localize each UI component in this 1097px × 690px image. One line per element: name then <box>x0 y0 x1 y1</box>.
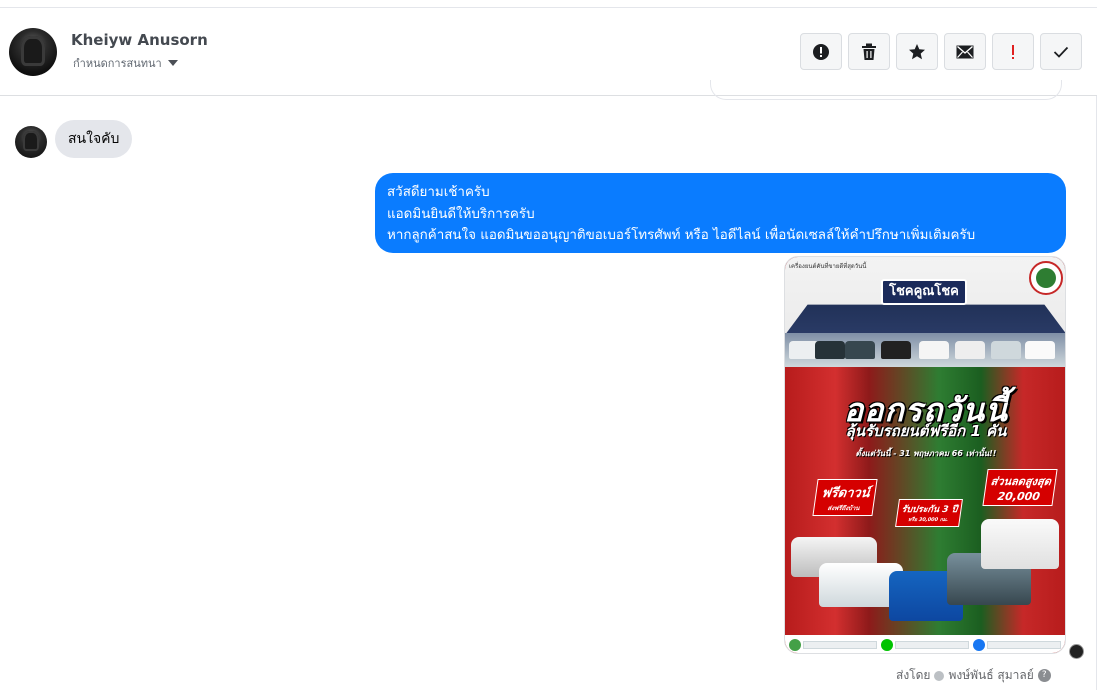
help-icon[interactable]: ? <box>1037 669 1051 682</box>
sender-avatar[interactable] <box>15 126 47 158</box>
featured-cars <box>785 519 1065 631</box>
star-button[interactable] <box>896 33 938 70</box>
sender-name[interactable]: พงษ์พันธ์ สุมาลย์ <box>948 666 1033 685</box>
mark-done-button[interactable] <box>1040 33 1082 70</box>
sent-by-label: ส่งโดย <box>896 668 931 682</box>
facebook-icon <box>973 639 985 651</box>
follow-up-button[interactable] <box>992 33 1034 70</box>
free-down-label: ฟรีดาวน์ <box>820 486 871 501</box>
caret-down-icon <box>167 60 178 66</box>
lot-car <box>845 341 875 359</box>
message-line: หากลูกค้าสนใจ แอดมินขออนุญาติขอเบอร์โทรศ… <box>387 228 976 243</box>
lot-car <box>881 341 911 359</box>
exclamation-icon <box>1012 44 1014 59</box>
discount-badge: ส่วนลดสูงสุด 20,000 <box>982 469 1058 506</box>
seen-avatar <box>1069 644 1084 659</box>
delete-button[interactable] <box>848 33 890 70</box>
trash-icon <box>862 43 876 60</box>
assign-conversation-dropdown[interactable]: กำหนดการสนทนา <box>73 54 178 72</box>
lot-car <box>1025 341 1055 359</box>
mark-unread-button[interactable] <box>944 33 986 70</box>
discount-value: 20,000 <box>996 490 1041 503</box>
avatar-figure <box>21 36 45 66</box>
discount-label: ส่วนลดสูงสุด <box>989 475 1052 488</box>
promo-date-line: ตั้งแต่วันนี้ - 31 พฤษภาคม 66 เท่านั้น!! <box>855 449 997 458</box>
mark-spam-button[interactable] <box>800 33 842 70</box>
envelope-icon <box>956 45 974 58</box>
box-truck <box>981 519 1059 569</box>
free-down-sublabel: ส่งฟรีถึงบ้าน <box>827 505 860 512</box>
contact-name[interactable]: Kheiyw Anusorn <box>71 31 208 49</box>
image-attachment[interactable]: เครื่องยนต์คันที่ขายดีที่สุดวันนี้ โชคคู… <box>784 256 1066 654</box>
warranty-label: รับประกัน 3 ปี <box>900 505 959 515</box>
showroom-sign: โชคคูณโชค <box>881 279 967 305</box>
checkmark-icon <box>1053 46 1069 58</box>
message-line: แอดมินยินดีให้บริการครับ <box>387 206 535 222</box>
outgoing-message-bubble[interactable]: สวัสดียามเช้าครับ แอดมินยินดีให้บริการคร… <box>375 173 1066 253</box>
star-icon <box>909 43 925 59</box>
contact-field <box>895 641 969 649</box>
incoming-message-bubble[interactable]: สนใจคับ <box>55 120 133 158</box>
promo-subheadline: ลุ้นรับรถยนต์ฟรีอีก 1 คัน <box>845 422 1007 440</box>
brand-logo-icon <box>1029 261 1063 295</box>
lot-car <box>919 341 949 359</box>
sent-by-line: ส่งโดย พงษ์พันธ์ สุมาลย์ ? <box>896 666 1051 685</box>
phone-icon <box>789 639 801 651</box>
alert-circle-icon <box>813 43 829 60</box>
car-lot <box>785 333 1065 367</box>
previous-message-bubble <box>710 80 1062 100</box>
free-down-badge: ฟรีดาวน์ ส่งฟรีถึงบ้าน <box>812 479 878 516</box>
assign-conversation-label: กำหนดการสนทนา <box>73 57 162 70</box>
lot-car <box>815 341 845 359</box>
line-icon <box>881 639 893 651</box>
attachment-footer <box>785 635 1065 653</box>
attachment-top-tag: เครื่องยนต์คันที่ขายดีที่สุดวันนี้ <box>789 263 867 270</box>
message-line: สวัสดียามเช้าครับ <box>387 185 490 200</box>
contact-avatar[interactable] <box>9 28 57 76</box>
avatar-figure <box>23 131 39 151</box>
lot-car <box>991 341 1021 359</box>
lot-car <box>955 341 985 359</box>
contact-field <box>987 641 1061 649</box>
sender-status-icon <box>934 670 945 681</box>
contact-field <box>803 641 877 649</box>
